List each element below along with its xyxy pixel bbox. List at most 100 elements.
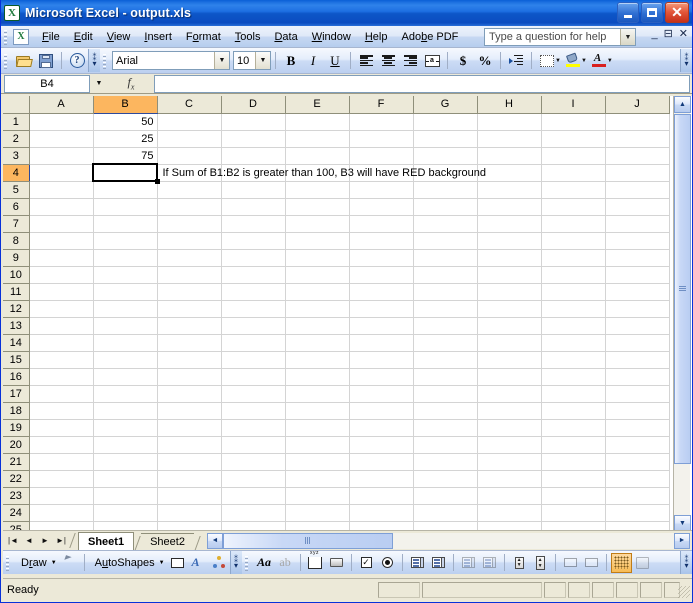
row-header-20[interactable]: 20: [3, 436, 30, 454]
cell-J5[interactable]: [605, 181, 670, 199]
cell-E8[interactable]: [285, 232, 350, 250]
cell-E20[interactable]: [285, 436, 350, 454]
select-all-corner-button[interactable]: [3, 96, 30, 114]
cell-B13[interactable]: [93, 317, 158, 335]
image-control-button[interactable]: [581, 553, 602, 573]
column-header-G[interactable]: G: [413, 96, 478, 114]
cell-E22[interactable]: [285, 470, 350, 488]
menu-item-adobe-pdf[interactable]: Adobe PDF: [394, 28, 465, 46]
cell-H6[interactable]: [477, 198, 542, 216]
cell-F5[interactable]: [349, 181, 414, 199]
cell-A24[interactable]: [29, 504, 94, 522]
cell-E7[interactable]: [285, 215, 350, 233]
cell-C9[interactable]: [157, 249, 222, 267]
row-header-14[interactable]: 14: [3, 334, 30, 352]
cell-H13[interactable]: [477, 317, 542, 335]
cell-I19[interactable]: [541, 419, 606, 437]
column-header-F[interactable]: F: [349, 96, 414, 114]
cell-D3[interactable]: [221, 147, 286, 165]
cell-D12[interactable]: [221, 300, 286, 318]
cell-H23[interactable]: [477, 487, 542, 505]
cell-E10[interactable]: [285, 266, 350, 284]
combobox-control-button[interactable]: [428, 553, 449, 573]
cell-J10[interactable]: [605, 266, 670, 284]
row-header-3[interactable]: 3: [3, 147, 30, 165]
horizontal-scroll-track[interactable]: [392, 532, 674, 549]
row-header-2[interactable]: 2: [3, 130, 30, 148]
cell-I11[interactable]: [541, 283, 606, 301]
row-header-9[interactable]: 9: [3, 249, 30, 267]
vertical-scroll-thumb[interactable]: [674, 114, 691, 464]
cell-E5[interactable]: [285, 181, 350, 199]
cell-I1[interactable]: [541, 113, 606, 131]
row-header-6[interactable]: 6: [3, 198, 30, 216]
cell-B7[interactable]: [93, 215, 158, 233]
column-header-E[interactable]: E: [285, 96, 350, 114]
worksheet-grid[interactable]: A B C D E F G H I J 1 50 2 25 3 75 4 If …: [3, 96, 692, 532]
cell-A14[interactable]: [29, 334, 94, 352]
row-header-17[interactable]: 17: [3, 385, 30, 403]
cell-C5[interactable]: [157, 181, 222, 199]
cell-C18[interactable]: [157, 402, 222, 420]
cell-C11[interactable]: [157, 283, 222, 301]
cell-F12[interactable]: [349, 300, 414, 318]
font-size-chevron-down-icon[interactable]: ▼: [255, 52, 270, 69]
cell-F22[interactable]: [349, 470, 414, 488]
font-size-combobox[interactable]: 10 ▼: [233, 51, 271, 70]
maximize-button[interactable]: [641, 2, 663, 23]
cell-C7[interactable]: [157, 215, 222, 233]
cell-J7[interactable]: [605, 215, 670, 233]
cell-F18[interactable]: [349, 402, 414, 420]
horizontal-scroll-thumb[interactable]: [222, 532, 393, 549]
cell-A10[interactable]: [29, 266, 94, 284]
standard-toolbar-grip[interactable]: [3, 52, 10, 69]
cell-C14[interactable]: [157, 334, 222, 352]
drawing-toolbar-grip[interactable]: [5, 554, 12, 571]
cell-G13[interactable]: [413, 317, 478, 335]
cell-C20[interactable]: [157, 436, 222, 454]
font-color-button[interactable]: A: [588, 50, 610, 71]
cell-C12[interactable]: [157, 300, 222, 318]
cell-C13[interactable]: [157, 317, 222, 335]
close-button[interactable]: ✕: [665, 2, 689, 23]
insert-function-button[interactable]: fx: [108, 75, 154, 93]
cell-H1[interactable]: [477, 113, 542, 131]
cell-C6[interactable]: [157, 198, 222, 216]
cell-F2[interactable]: [349, 130, 414, 148]
cell-D22[interactable]: [221, 470, 286, 488]
vertical-scrollbar[interactable]: ▲ ▼: [673, 96, 691, 532]
cell-G1[interactable]: [413, 113, 478, 131]
column-header-I[interactable]: I: [541, 96, 606, 114]
cell-E21[interactable]: [285, 453, 350, 471]
cell-H16[interactable]: [477, 368, 542, 386]
percent-style-button[interactable]: %: [474, 50, 496, 71]
cell-H10[interactable]: [477, 266, 542, 284]
control-toolbox-overflow-button[interactable]: ⁑ ▾: [680, 551, 692, 574]
cell-B15[interactable]: [93, 351, 158, 369]
cell-I12[interactable]: [541, 300, 606, 318]
last-sheet-button[interactable]: ►|: [53, 533, 69, 549]
cell-G10[interactable]: [413, 266, 478, 284]
cell-F23[interactable]: [349, 487, 414, 505]
cell-E16[interactable]: [285, 368, 350, 386]
help-button[interactable]: ?: [66, 50, 88, 71]
cell-I2[interactable]: [541, 130, 606, 148]
name-box-chevron-down-icon[interactable]: ▼: [90, 74, 108, 93]
cell-E3[interactable]: [285, 147, 350, 165]
rectangle-button[interactable]: [167, 553, 188, 573]
cell-G17[interactable]: [413, 385, 478, 403]
cell-B24[interactable]: [93, 504, 158, 522]
cell-E6[interactable]: [285, 198, 350, 216]
scroll-right-button[interactable]: ►: [674, 532, 690, 549]
cell-F17[interactable]: [349, 385, 414, 403]
autoshapes-menu-button[interactable]: AutoShapes ▼: [89, 557, 167, 569]
cell-A23[interactable]: [29, 487, 94, 505]
cell-I8[interactable]: [541, 232, 606, 250]
borders-button[interactable]: [536, 50, 558, 71]
cell-C16[interactable]: [157, 368, 222, 386]
cell-F19[interactable]: [349, 419, 414, 437]
cell-D6[interactable]: [221, 198, 286, 216]
cell-G21[interactable]: [413, 453, 478, 471]
cell-G7[interactable]: [413, 215, 478, 233]
cell-C22[interactable]: [157, 470, 222, 488]
